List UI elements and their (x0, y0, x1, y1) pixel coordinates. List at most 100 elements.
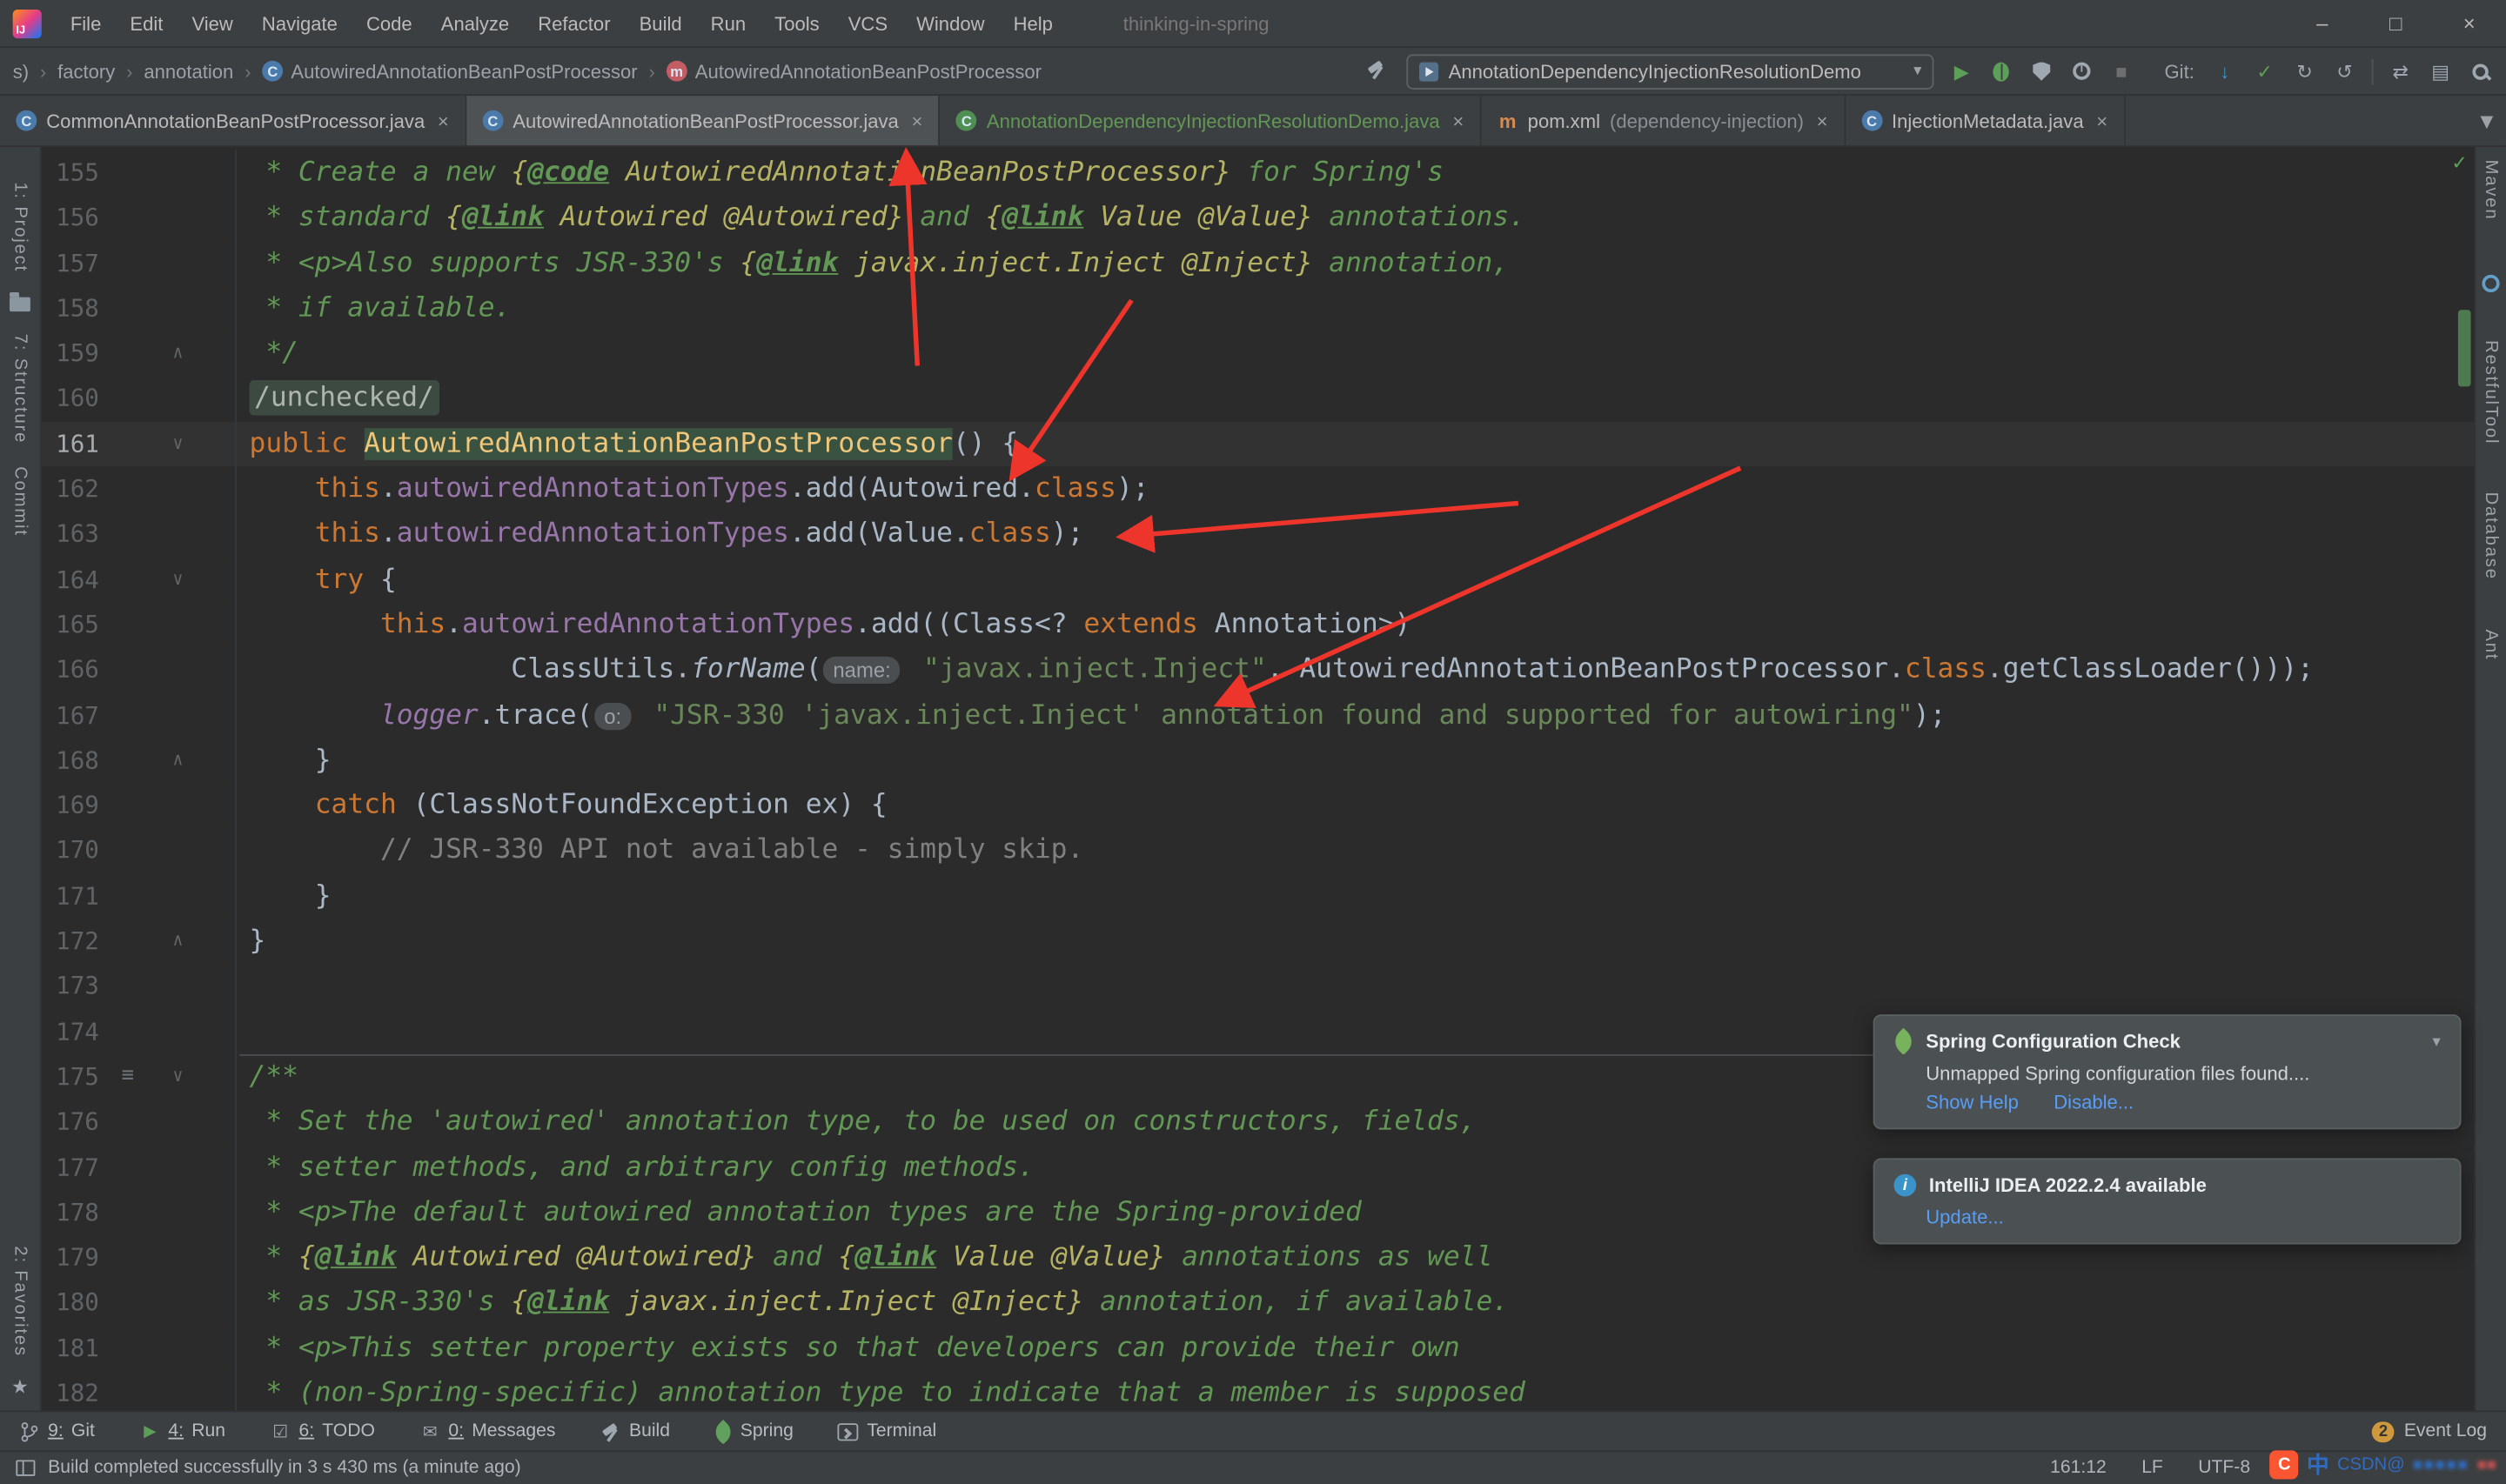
line-number[interactable]: 175 (42, 1054, 99, 1100)
line-number[interactable]: 162 (42, 466, 99, 511)
doc-toggle-icon[interactable]: ≡ (122, 1054, 134, 1100)
editor-tab[interactable]: m pom.xml (dependency-injection) × (1481, 96, 1846, 146)
menu-item-vcs[interactable]: VCS (835, 7, 901, 39)
rollback-button[interactable]: ↺ (2332, 58, 2357, 84)
menu-item-code[interactable]: Code (353, 7, 425, 39)
menu-item-help[interactable]: Help (1001, 7, 1066, 39)
menu-item-view[interactable]: View (179, 7, 246, 39)
close-icon[interactable]: × (438, 110, 449, 132)
line-separator-widget[interactable]: LF (2141, 1459, 2163, 1478)
layout-button[interactable]: ▤ (2428, 58, 2453, 84)
sidebar-item-favorites[interactable]: 2: Favorites (10, 1246, 30, 1357)
collapse-icon[interactable]: ▾ (2432, 1033, 2440, 1050)
commit-button[interactable]: ✓ (2252, 58, 2277, 84)
close-button[interactable]: × (2433, 0, 2506, 47)
editor-tab[interactable]: C InjectionMetadata.java × (1846, 96, 2126, 146)
sidebar-item-restfultool[interactable]: RestfulTool (2482, 340, 2501, 445)
line-number[interactable]: 158 (42, 286, 99, 331)
line-number[interactable]: 182 (42, 1371, 99, 1411)
code-line-165[interactable]: 165 this.autowiredAnnotationTypes.add((C… (42, 602, 2475, 648)
line-number[interactable]: 174 (42, 1009, 99, 1054)
code-line-164[interactable]: 164 ∨ try { (42, 557, 2475, 603)
menu-item-build[interactable]: Build (626, 7, 694, 39)
code-line-167[interactable]: 167 logger.trace(o: "JSR-330 'javax.inje… (42, 692, 2475, 739)
line-number[interactable]: 159 (42, 331, 99, 376)
coverage-button[interactable] (2028, 58, 2054, 84)
code-line-169[interactable]: 169 catch (ClassNotFoundException ex) { (42, 783, 2475, 829)
line-number[interactable]: 157 (42, 241, 99, 286)
menu-item-window[interactable]: Window (903, 7, 997, 39)
sidebar-item-commit[interactable]: Commit (10, 467, 30, 538)
stop-button[interactable]: ■ (2108, 58, 2134, 84)
sidebar-item-project[interactable]: 1: Project (10, 182, 30, 272)
code-line-158[interactable]: 158 * if available. (42, 285, 2475, 331)
code-line-157[interactable]: 157 * <p>Also supports JSR-330's {@link … (42, 240, 2475, 286)
line-number[interactable]: 160 (42, 376, 99, 421)
menu-item-navigate[interactable]: Navigate (249, 7, 350, 39)
code-line-161[interactable]: 161 ∨ public AutowiredAnnotationBeanPostPr… (41, 421, 2475, 467)
code-line-172[interactable]: 172 ∧} (42, 919, 2475, 964)
caret-position-widget[interactable]: 161:12 (2050, 1459, 2107, 1478)
line-number[interactable]: 177 (42, 1145, 99, 1190)
folder-icon[interactable] (10, 292, 30, 312)
menu-item-refactor[interactable]: Refactor (526, 7, 624, 39)
toolwindow-button-build[interactable]: Build (600, 1420, 670, 1441)
code-line-173[interactable]: 173 (42, 963, 2475, 1009)
breadcrumb-item[interactable]: factory (57, 60, 115, 83)
code-line-168[interactable]: 168 ∧ } (42, 738, 2475, 784)
run-button[interactable]: ▶ (1949, 58, 1974, 84)
show-help-link[interactable]: Show Help (1926, 1091, 2019, 1113)
toolwindow-toggle-icon[interactable] (16, 1460, 36, 1476)
line-number[interactable]: 166 (42, 647, 99, 692)
close-icon[interactable]: × (2096, 110, 2107, 132)
code-line-181[interactable]: 181 * <p>This setter property exists so … (42, 1325, 2475, 1371)
fold-marker[interactable]: ∨ (166, 421, 237, 467)
menu-item-run[interactable]: Run (698, 7, 759, 39)
code-line-182[interactable]: 182 * (non-Spring-specific) annotation t… (42, 1370, 2475, 1411)
fold-marker[interactable]: ∨ (166, 557, 237, 603)
code-line-170[interactable]: 170 // JSR-330 API not available - simpl… (42, 828, 2475, 874)
close-icon[interactable]: × (912, 110, 923, 132)
editor-tab[interactable]: C AnnotationDependencyInjectionResolution… (941, 96, 1482, 146)
profiler-button[interactable] (2068, 58, 2094, 84)
disable-link[interactable]: Disable... (2054, 1091, 2134, 1113)
line-number[interactable]: 167 (42, 692, 99, 738)
toolwindow-button-run[interactable]: ▶ 4: Run (139, 1420, 225, 1441)
maximize-button[interactable]: □ (2359, 0, 2432, 47)
menu-item-tools[interactable]: Tools (761, 7, 832, 39)
breadcrumb-item[interactable]: s) (13, 60, 29, 83)
line-number[interactable]: 164 (42, 557, 99, 602)
code-line-160[interactable]: 160/unchecked/ (42, 376, 2475, 422)
code-line-155[interactable]: 155 * Create a new {@code AutowiredAnnot… (42, 150, 2475, 196)
minimize-button[interactable]: – (2286, 0, 2359, 47)
sidebar-item-structure[interactable]: 7: Structure (10, 335, 30, 445)
code-line-166[interactable]: 166 ClassUtils.forName(name: "javax.inje… (42, 647, 2475, 693)
close-icon[interactable]: × (1817, 110, 1828, 132)
line-number[interactable]: 169 (42, 783, 99, 828)
toolwindow-button-spring[interactable]: Spring (711, 1419, 794, 1444)
line-number[interactable]: 165 (42, 602, 99, 647)
inspections-ok-icon[interactable]: ✓ (2451, 151, 2467, 174)
breadcrumb-item[interactable]: m AutowiredAnnotationBeanPostProcessor (666, 60, 1042, 83)
toolwindow-button-git[interactable]: 9: Git (19, 1420, 95, 1441)
line-number[interactable]: 176 (42, 1100, 99, 1145)
line-number[interactable]: 156 (42, 196, 99, 241)
line-number[interactable]: 173 (42, 964, 99, 1009)
menu-item-analyze[interactable]: Analyze (428, 7, 522, 39)
diff-button[interactable]: ⇄ (2388, 58, 2413, 84)
editor-tab[interactable]: C CommonAnnotationBeanPostProcessor.java × (0, 96, 467, 146)
toolwindow-button-todo[interactable]: ☑ 6: TODO (270, 1420, 375, 1441)
history-button[interactable]: ↻ (2292, 58, 2317, 84)
code-line-180[interactable]: 180 * as JSR-330's {@link javax.inject.I… (42, 1280, 2475, 1326)
update-project-button[interactable]: ↓ (2212, 58, 2237, 84)
search-everywhere-button[interactable] (2468, 58, 2493, 84)
menu-item-file[interactable]: File (57, 7, 114, 39)
menu-item-edit[interactable]: Edit (117, 7, 176, 39)
line-number[interactable]: 180 (42, 1280, 99, 1326)
fold-marker[interactable]: ∧ (166, 919, 237, 964)
run-configuration-select[interactable]: AnnotationDependencyInjectionResolutionD… (1406, 53, 1935, 89)
toolwindow-button-terminal[interactable]: Terminal (838, 1421, 936, 1441)
code-line-163[interactable]: 163 this.autowiredAnnotationTypes.add(Va… (42, 511, 2475, 558)
breadcrumb-item[interactable]: C AutowiredAnnotationBeanPostProcessor (262, 60, 638, 83)
star-icon[interactable]: ★ (11, 1375, 29, 1398)
